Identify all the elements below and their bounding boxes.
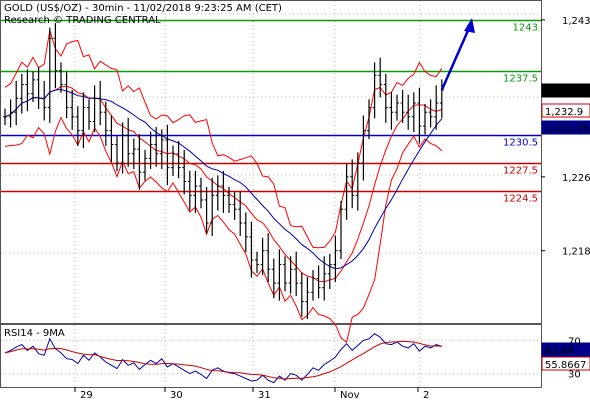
x-tick-label: 30	[170, 390, 183, 400]
x-tick-label: 31	[258, 390, 271, 400]
value-marker-label: 1,232.9	[545, 107, 583, 118]
chart-svg: 1243 1237.5 1230.5 1227.5 1224.5 1,235.4 1,23…	[0, 0, 590, 400]
value-marker-label: 1,231.25	[545, 124, 590, 135]
x-tick-label: Nov	[340, 390, 360, 400]
level-label: 1224.5	[503, 194, 538, 205]
x-tick-label: 2	[423, 390, 429, 400]
level-label: 1243	[513, 23, 538, 34]
y-tick-label: 1,218	[562, 247, 590, 258]
rsi-title: RSI14 - 9MA	[4, 328, 65, 339]
y-tick-label: 1,226	[562, 173, 590, 184]
value-marker-label: 1,235.4	[545, 87, 583, 98]
y-tick-label: 1,243	[562, 16, 590, 27]
x-tick-label: 29	[80, 390, 93, 400]
rsi-pane	[0, 324, 542, 388]
level-label: 1230.5	[503, 138, 538, 149]
level-label: 1237.5	[503, 74, 538, 85]
chart-title: GOLD (US$/OZ) - 30min - 11/02/2018 9:23:…	[4, 3, 282, 14]
chart-root: 1243 1237.5 1230.5 1227.5 1224.5 1,235.4 1,23…	[0, 0, 590, 400]
value-marker-label: 62.69	[545, 346, 574, 357]
research-credit: Research © TRADING CENTRAL	[4, 15, 161, 26]
rsi-tick-label: 70	[568, 336, 581, 347]
level-label: 1227.5	[503, 166, 538, 177]
rsi-tick-label: 30	[568, 370, 581, 381]
